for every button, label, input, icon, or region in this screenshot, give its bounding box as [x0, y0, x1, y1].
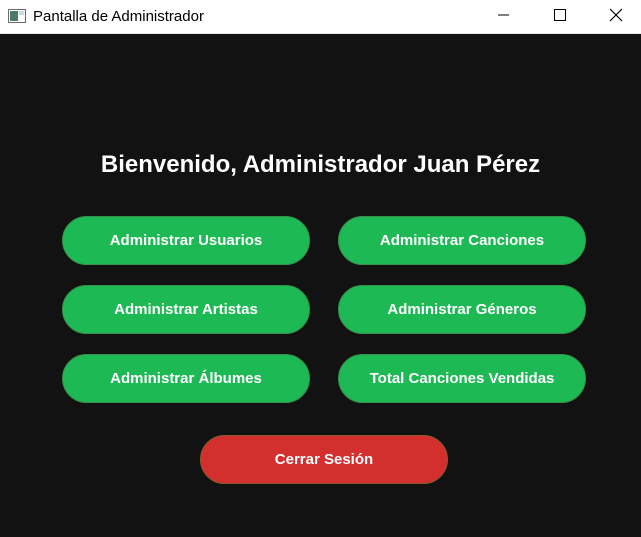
total-songs-sold-button[interactable]: Total Canciones Vendidas	[338, 354, 586, 403]
app-window-icon	[8, 9, 26, 23]
maximize-button[interactable]	[537, 0, 583, 34]
close-icon	[609, 8, 623, 27]
maximize-icon	[554, 8, 566, 26]
close-button[interactable]	[593, 0, 639, 34]
minimize-button[interactable]	[481, 0, 527, 34]
main-content: Bienvenido, Administrador Juan Pérez Adm…	[0, 35, 641, 537]
title-bar[interactable]: Pantalla de Administrador	[0, 0, 641, 34]
logout-button[interactable]: Cerrar Sesión	[200, 435, 448, 484]
app-window: Pantalla de Administrador Bienvenido, Ad…	[0, 0, 641, 537]
manage-genres-button[interactable]: Administrar Géneros	[338, 285, 586, 334]
manage-artists-button[interactable]: Administrar Artistas	[62, 285, 310, 334]
welcome-heading: Bienvenido, Administrador Juan Pérez	[100, 151, 541, 178]
manage-users-button[interactable]: Administrar Usuarios	[62, 216, 310, 265]
manage-songs-button[interactable]: Administrar Canciones	[338, 216, 586, 265]
window-title: Pantalla de Administrador	[33, 8, 204, 25]
minimize-icon	[498, 8, 510, 26]
manage-albums-button[interactable]: Administrar Álbumes	[62, 354, 310, 403]
